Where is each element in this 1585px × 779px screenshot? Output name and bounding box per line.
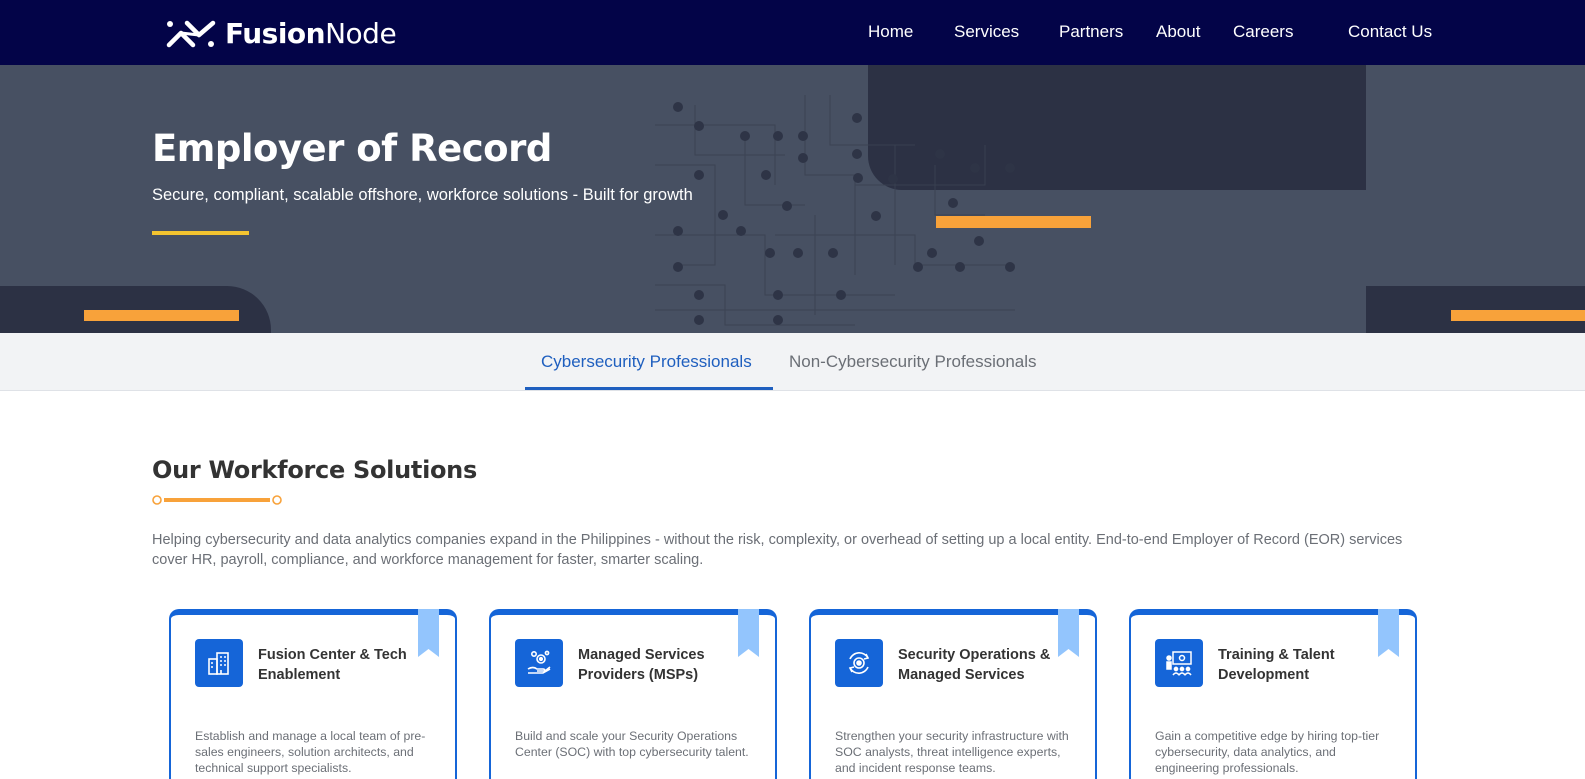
top-navbar: FusionNode Home Services Partners About … [0,0,1585,65]
logo-wordmark: FusionNode [225,17,397,50]
hero-orange-bar-right [1451,310,1585,321]
solution-card[interactable]: Fusion Center & Tech Enablement Establis… [169,609,457,779]
gears-hand-icon [515,639,563,687]
hero-orange-bar-center [936,216,1091,228]
card-title: Managed Services Providers (MSPs) [578,647,705,683]
nav-contact-us[interactable]: Contact Us [1348,22,1432,42]
hero-title-underline [152,231,249,235]
section-title-decoration [152,495,282,505]
hero-orange-bar-left [84,310,239,321]
tab-non-cybersecurity-professionals[interactable]: Non-Cybersecurity Professionals [789,352,1037,372]
nav-partners[interactable]: Partners [1059,22,1123,42]
active-tab-indicator [525,387,773,390]
logo-mark-icon [166,20,216,47]
card-text: Strengthen your security infrastructure … [835,729,1069,775]
hero-subtitle: Secure, compliant, scalable offshore, wo… [152,186,693,204]
card-title: Security Operations & Managed Services [898,647,1051,683]
nav-about[interactable]: About [1156,22,1200,42]
circuit-pattern-decoration [655,95,1015,326]
logo-text-bold: Fusion [225,17,326,50]
card-text: Gain a competitive edge by hiring top-ti… [1155,729,1380,775]
gear-refresh-icon [835,639,883,687]
card-text: Build and scale your Security Operations… [515,729,749,759]
solution-card[interactable]: Security Operations & Managed Services S… [809,609,1097,779]
professional-type-tabs: Cybersecurity Professionals Non-Cybersec… [0,333,1585,391]
logo-text-thin: Node [325,17,397,50]
nav-services[interactable]: Services [954,22,1019,42]
hero-banner: Employer of Record Secure, compliant, sc… [0,65,1585,333]
hero-title: Employer of Record [152,127,552,170]
card-title: Fusion Center & Tech Enablement [258,647,407,683]
section-title: Our Workforce Solutions [152,456,477,484]
nav-home[interactable]: Home [868,22,913,42]
solution-card[interactable]: Managed Services Providers (MSPs) Build … [489,609,777,779]
tab-cybersecurity-professionals[interactable]: Cybersecurity Professionals [541,352,752,372]
nav-careers[interactable]: Careers [1233,22,1293,42]
building-icon [195,639,243,687]
section-description: Helping cybersecurity and data analytics… [152,532,1403,568]
card-title: Training & Talent Development [1218,647,1335,683]
training-icon [1155,639,1203,687]
card-text: Establish and manage a local team of pre… [195,729,426,775]
fusionnode-logo[interactable]: FusionNode [165,17,397,50]
solution-card[interactable]: Training & Talent Development Gain a com… [1129,609,1417,779]
